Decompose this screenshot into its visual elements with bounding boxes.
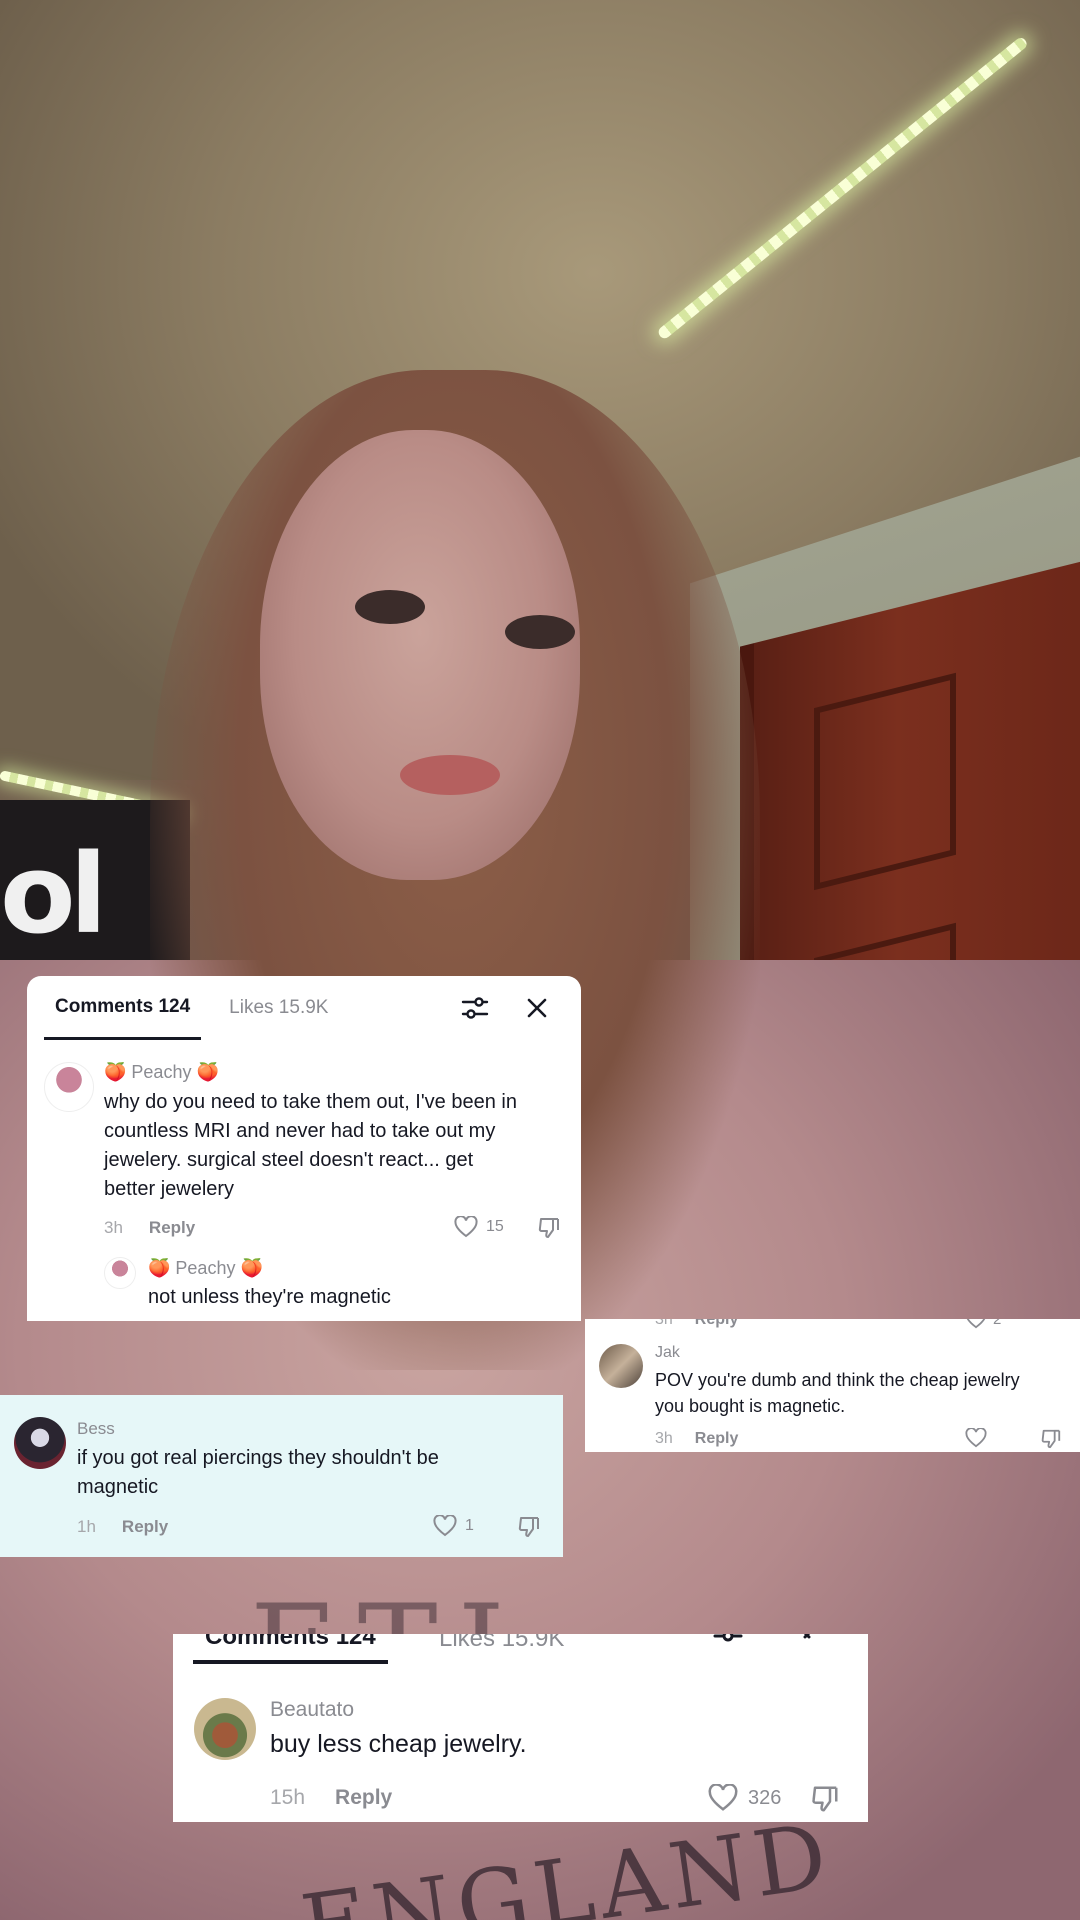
like-count: 15 (486, 1218, 504, 1235)
comment-meta: 15h Reply (270, 1786, 392, 1810)
comment-time: 1h (77, 1517, 96, 1536)
sliders-icon[interactable] (713, 1634, 743, 1649)
heart-outline-icon (708, 1784, 738, 1811)
like-button[interactable] (965, 1428, 987, 1448)
comment-meta: 1h Reply (77, 1517, 168, 1537)
comment-text-line: POV you're dumb and think the cheap jewe… (655, 1370, 1020, 1390)
door-panel (814, 672, 956, 891)
comments-tabs-partial: Comments 124 Likes 15.9K (173, 1634, 868, 1664)
comment-text-line: jewelery. surgical steel doesn't react..… (104, 1149, 474, 1171)
video-frame: ol ETL ENGLAND (0, 0, 1080, 1920)
avatar[interactable] (14, 1417, 66, 1469)
face (260, 430, 580, 880)
tab-comments[interactable]: Comments 124 (44, 976, 202, 1040)
comment-meta: 3h Reply (104, 1218, 195, 1238)
partial-comment-meta: 3h Reply (655, 1319, 738, 1329)
reply-button[interactable]: Reply (335, 1786, 392, 1810)
like-button[interactable]: 2 (965, 1319, 1001, 1329)
comment-text-line: if you got real piercings they shouldn't… (77, 1447, 439, 1469)
reply-username[interactable]: 🍑 Peachy 🍑 (148, 1258, 263, 1279)
banner-graphic: ol (0, 830, 107, 958)
reply-button[interactable]: Reply (695, 1430, 739, 1448)
comment-panel-jak: 3h Reply 2 Jak POV you're dumb and think… (585, 1319, 1080, 1452)
like-button[interactable]: 326 (708, 1784, 781, 1812)
thumbs-down-icon[interactable] (1040, 1428, 1062, 1452)
heart-outline-icon (433, 1515, 457, 1537)
eye (505, 615, 575, 649)
reply-button[interactable]: Reply (122, 1517, 168, 1537)
like-count: 2 (993, 1319, 1002, 1328)
comment-time: 15h (270, 1786, 306, 1809)
comment-text-line: you bought is magnetic. (655, 1396, 846, 1416)
comment-username[interactable]: Bess (77, 1419, 115, 1439)
eye (355, 590, 425, 624)
avatar[interactable] (599, 1344, 643, 1388)
comment-meta: 3h Reply (655, 1430, 738, 1448)
comment-time: 3h (655, 1319, 673, 1328)
thumbs-down-icon[interactable] (537, 1216, 561, 1245)
heart-outline-icon (454, 1216, 478, 1238)
comment-username[interactable]: 🍑 Peachy 🍑 (104, 1062, 219, 1083)
thumbs-down-icon[interactable] (810, 1784, 840, 1819)
heart-outline-icon (965, 1428, 987, 1448)
reply-button[interactable]: Reply (149, 1218, 195, 1238)
comment-time: 3h (655, 1430, 673, 1447)
comment-text-line: better jewelery (104, 1178, 235, 1200)
comment-text-line: countless MRI and never had to take out … (104, 1120, 496, 1142)
comment-username[interactable]: Beautato (270, 1698, 354, 1722)
comment-text: why do you need to take them out, I've b… (104, 1088, 517, 1204)
like-count: 326 (748, 1786, 782, 1809)
avatar[interactable] (44, 1062, 94, 1112)
like-button[interactable]: 1 (433, 1515, 474, 1537)
comment-panel-beautato: Comments 124 Likes 15.9K Beautato buy le… (173, 1634, 868, 1822)
tab-likes[interactable]: Likes 15.9K (229, 976, 328, 1040)
sliders-icon[interactable] (459, 992, 491, 1024)
comment-text-line: magnetic (77, 1476, 159, 1498)
close-icon[interactable] (521, 992, 553, 1024)
comment-panel-bess: Bess if you got real piercings they shou… (0, 1395, 563, 1557)
comments-tabs: Comments 124 Likes 15.9K (27, 976, 581, 1040)
comment-text-line: why do you need to take them out, I've b… (104, 1091, 517, 1113)
like-button[interactable]: 15 (454, 1216, 504, 1238)
comment-time: 3h (104, 1218, 123, 1237)
close-icon[interactable] (795, 1634, 819, 1647)
avatar[interactable] (194, 1698, 256, 1760)
comment-text: buy less cheap jewelry. (270, 1730, 527, 1758)
reply-button[interactable]: Reply (695, 1319, 739, 1329)
reply-text: not unless they're magnetic (148, 1286, 391, 1308)
mouth (400, 755, 500, 795)
comment-text: POV you're dumb and think the cheap jewe… (655, 1367, 1020, 1419)
like-count: 1 (465, 1517, 474, 1534)
tab-likes[interactable]: Likes 15.9K (439, 1634, 564, 1664)
tab-comments[interactable]: Comments 124 (193, 1634, 388, 1664)
comment-text: if you got real piercings they shouldn't… (77, 1444, 439, 1502)
comment-username[interactable]: Jak (655, 1344, 680, 1362)
comment-panel-peachy: Comments 124 Likes 15.9K 🍑 Peachy 🍑 why … (27, 976, 581, 1321)
avatar[interactable] (104, 1257, 136, 1289)
thumbs-down-icon[interactable] (517, 1515, 541, 1544)
heart-outline-icon (966, 1319, 986, 1329)
